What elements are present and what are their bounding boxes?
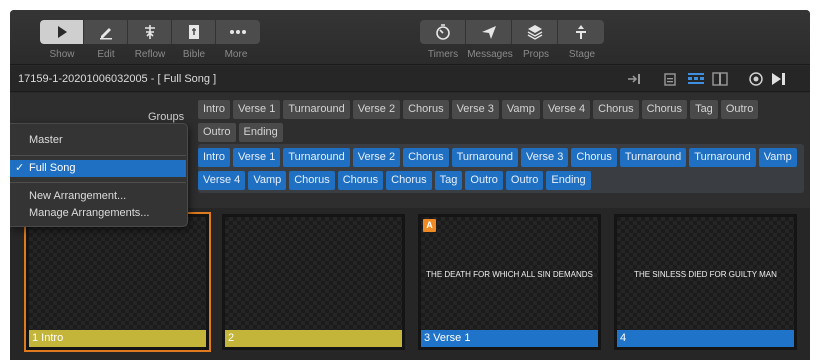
reflow-icon [144, 25, 155, 39]
groups-list: Intro Verse 1 Turnaround Verse 2 Chorus Verse… [198, 100, 798, 142]
group-chip-verse-2[interactable]: Verse 2 [352, 100, 401, 119]
reflow-label: Reflow [134, 49, 166, 60]
slide-text: THE DEATH FOR WHICH ALL SIN DEMANDS [426, 270, 593, 279]
arrangement-chip-vamp[interactable]: Vamp [758, 148, 797, 167]
arrangement-chip-turnaround[interactable]: Turnaround [619, 148, 687, 167]
slide-text: THE SINLESS DIED FOR GUILTY MAN [634, 270, 777, 279]
clipboard-icon[interactable] [662, 71, 678, 87]
timer-icon [435, 24, 450, 40]
show-button[interactable] [40, 20, 84, 44]
slide-caption: 2 [225, 330, 402, 347]
group-chip-outro[interactable]: Outro [198, 123, 236, 142]
play-icon [57, 26, 67, 38]
slide-grid: 1 Intro 2 A THE DEATH FOR WHICH ALL SIN DEM… [10, 208, 810, 360]
group-chip-chorus[interactable]: Chorus [403, 100, 449, 119]
menu-item-master[interactable]: Master [10, 132, 186, 149]
group-chip-tag[interactable]: Tag [690, 100, 718, 119]
menu-item-full-song[interactable]: ✓ Full Song [10, 160, 186, 177]
arrangement-chip-outro[interactable]: Outro [505, 171, 544, 190]
arrangement-chip-chorus[interactable]: Chorus [289, 171, 335, 190]
group-chip-chorus[interactable]: Chorus [593, 100, 639, 119]
arrangement-chip-turnaround[interactable]: Turnaround [283, 148, 350, 167]
edit-label: Edit [97, 49, 115, 60]
slide-preview [29, 217, 206, 330]
slide-thumbnail[interactable]: 2 [222, 214, 405, 350]
checkmark-icon: ✓ [15, 162, 25, 174]
slide-thumbnail[interactable]: 1 Intro [24, 212, 211, 352]
group-chip-verse-1[interactable]: Verse 1 [233, 100, 281, 119]
group-chip-vamp[interactable]: Vamp [501, 100, 540, 119]
reflow-button[interactable] [128, 20, 172, 44]
arrangement-chip-tag[interactable]: Tag [434, 171, 463, 190]
arrangement-chip-chorus[interactable]: Chorus [386, 171, 432, 190]
arrangement-chip-chorus[interactable]: Chorus [403, 148, 449, 167]
arrangement-menu: Master ✓ Full Song New Arrangement... Ma… [10, 123, 188, 227]
more-button[interactable] [216, 20, 260, 44]
group-chip-chorus[interactable]: Chorus [641, 100, 688, 119]
menu-separator [10, 182, 186, 183]
group-chip-verse-3[interactable]: Verse 3 [451, 100, 499, 119]
group-chip-ending[interactable]: Ending [238, 123, 283, 142]
stage-icon [576, 25, 586, 39]
next-icon[interactable] [770, 71, 786, 87]
arrangement-chip-verse-1[interactable]: Verse 1 [233, 148, 281, 167]
arrangement-chip-turnaround[interactable]: Turnaround [689, 148, 756, 167]
arrangement-chip-chorus[interactable]: Chorus [571, 148, 617, 167]
arrangement-chip-verse-4[interactable]: Verse 4 [198, 171, 246, 190]
book-icon [188, 25, 199, 39]
app-window: Show Edit Reflow Bible More Timers Messa… [10, 10, 810, 360]
group-chip-turnaround[interactable]: Turnaround [283, 100, 350, 119]
toolbar: Show Edit Reflow Bible More Timers Messa… [10, 10, 810, 65]
menu-item-new-arrangement[interactable]: New Arrangement... [10, 188, 186, 205]
timers-button[interactable] [420, 20, 466, 44]
group-chip-intro[interactable]: Intro [198, 100, 231, 119]
groups-label: Groups [148, 111, 185, 123]
slide-thumbnail[interactable]: THE SINLESS DIED FOR GUILTY MAN 4 [614, 214, 797, 350]
slide-caption: 4 [617, 330, 794, 347]
slide-badge: A [423, 219, 436, 232]
bible-button[interactable] [172, 20, 216, 44]
group-chip-outro[interactable]: Outro [720, 100, 759, 119]
arrangement-list: Intro Verse 1 Turnaround Verse 2 Chorus Turna… [198, 148, 798, 190]
record-icon[interactable] [748, 71, 764, 87]
bible-label: Bible [182, 49, 206, 60]
split-view-icon[interactable] [712, 71, 728, 87]
slide-thumbnail[interactable]: A THE DEATH FOR WHICH ALL SIN DEMANDS 3 Ve… [418, 214, 601, 350]
arrangement-chip-verse-2[interactable]: Verse 2 [352, 148, 401, 167]
arrangement-chip-verse-3[interactable]: Verse 3 [521, 148, 569, 167]
arrangement-chip-outro[interactable]: Outro [465, 171, 503, 190]
stage-label: Stage [568, 49, 596, 60]
group-chip-verse-4[interactable]: Verse 4 [542, 100, 591, 119]
pencil-icon [99, 28, 112, 40]
ellipsis-icon [230, 30, 246, 34]
show-label: Show [49, 49, 75, 60]
document-title: 17159-1-20201006032005 - [ Full Song ] [18, 73, 217, 85]
arrangement-chip-vamp[interactable]: Vamp [248, 171, 287, 190]
grid-view-icon[interactable] [688, 71, 704, 87]
send-icon [481, 26, 496, 39]
slide-preview [225, 217, 402, 330]
props-button[interactable] [512, 20, 558, 44]
messages-label: Messages [467, 49, 513, 60]
menu-item-full-song-label: Full Song [29, 162, 76, 174]
messages-button[interactable] [466, 20, 512, 44]
props-label: Props [522, 49, 550, 60]
timers-label: Timers [427, 49, 459, 60]
tools-button-group [420, 20, 604, 44]
arrangement-chip-ending[interactable]: Ending [546, 171, 591, 190]
slide-caption: 3 Verse 1 [421, 330, 598, 347]
edit-button[interactable] [84, 20, 128, 44]
menu-separator [10, 155, 186, 156]
import-icon[interactable] [626, 71, 642, 87]
arrangement-chip-chorus[interactable]: Chorus [337, 171, 384, 190]
menu-item-manage-arrangements[interactable]: Manage Arrangements... [10, 205, 186, 222]
layers-icon [527, 25, 542, 40]
arrangement-chip-turnaround[interactable]: Turnaround [451, 148, 519, 167]
arrangement-chip-intro[interactable]: Intro [198, 148, 231, 167]
stage-button[interactable] [558, 20, 604, 44]
document-titlebar: 17159-1-20201006032005 - [ Full Song ] [10, 66, 810, 92]
more-label: More [224, 49, 248, 60]
slide-caption: 1 Intro [29, 330, 206, 347]
mode-button-group [40, 20, 260, 44]
